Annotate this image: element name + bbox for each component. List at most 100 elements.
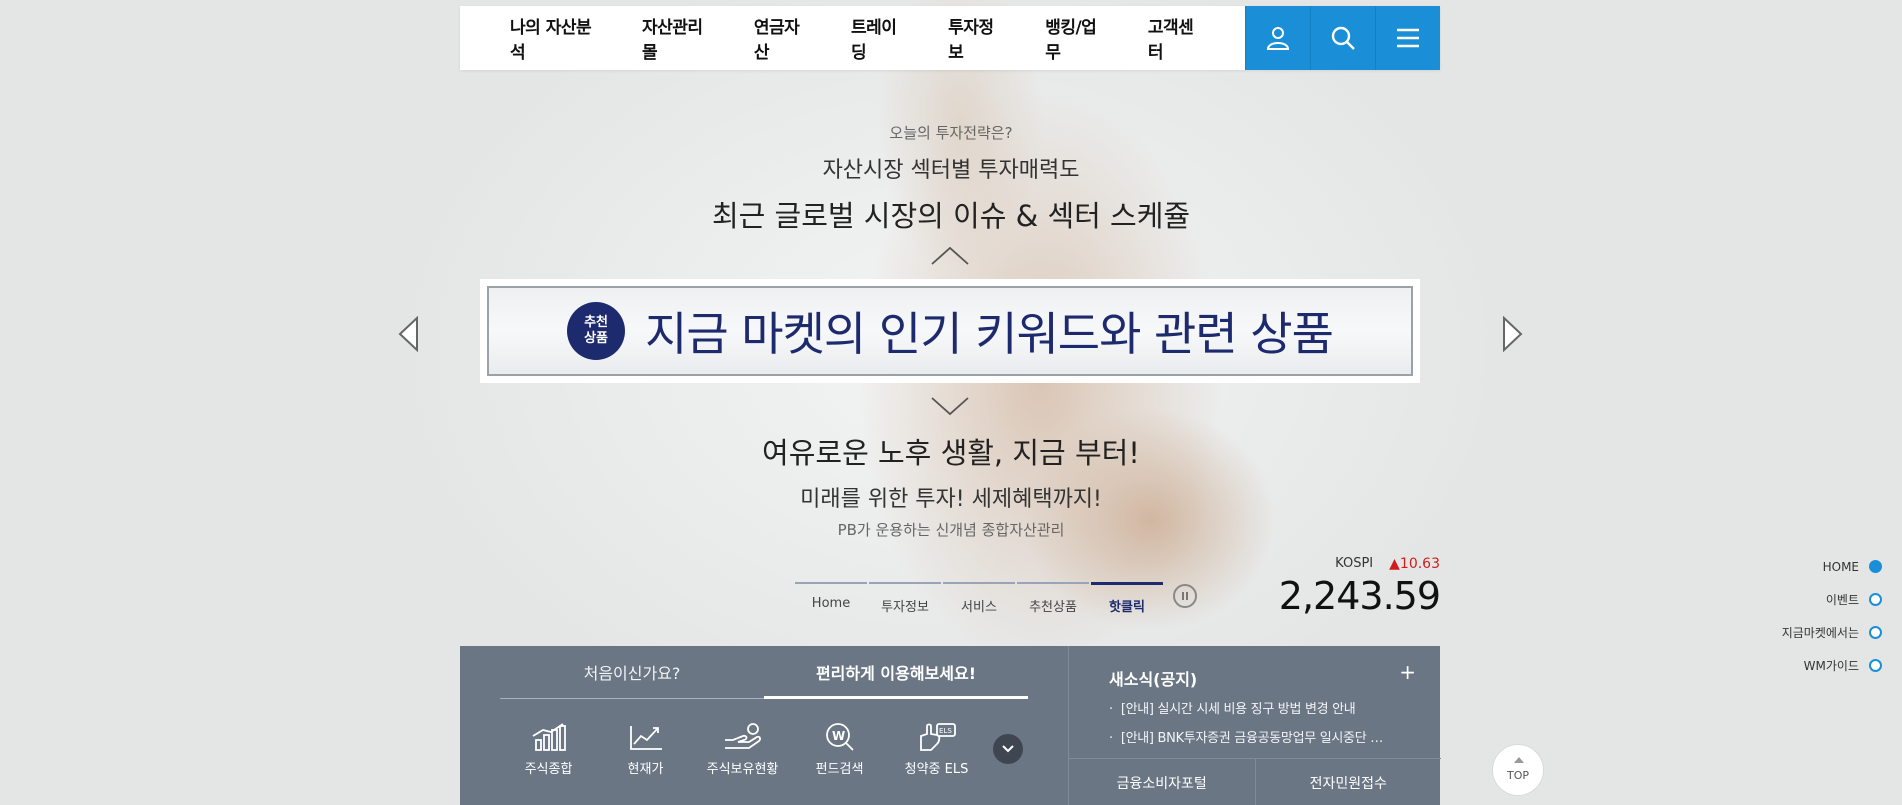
kospi-header: KOSPI ▲10.63	[1279, 556, 1440, 572]
notice-link-bar: 금융소비자포털 전자민원접수	[1069, 758, 1441, 805]
side-nav-label: HOME	[1822, 559, 1859, 574]
slide-tab-indicator	[1091, 582, 1163, 585]
side-section-nav: HOME 이벤트 지금마켓에서는 WM가이드	[1782, 550, 1882, 682]
quick-stock-overview[interactable]: 주식종합	[500, 722, 597, 777]
prev-slide-arrow-icon[interactable]	[397, 316, 421, 352]
hero-caption-bottom[interactable]: PB가 운용하는 신개념 종합자산관리	[0, 519, 1902, 540]
scroll-top-button[interactable]: TOP	[1492, 744, 1544, 796]
side-nav-event[interactable]: 이벤트	[1782, 583, 1882, 616]
quick-label: 주식보유현황	[706, 762, 779, 777]
pause-button[interactable]	[1173, 584, 1197, 608]
featured-title: 지금 마켓의 인기 키워드와 관련 상품	[645, 307, 1334, 361]
user-icon	[1266, 27, 1290, 50]
slide-tab-label: Home	[811, 596, 851, 611]
menu-item-asset-analysis[interactable]: 나의 자산분석	[510, 13, 604, 63]
quick-els-subscription[interactable]: ELS 청약중 ELS	[888, 722, 985, 777]
login-button[interactable]	[1245, 6, 1310, 70]
slide-tab-hot-click[interactable]: 핫클릭	[1091, 582, 1163, 615]
tab-convenient-use[interactable]: 편리하게 이용해보세요!	[764, 660, 1028, 699]
notice-title: 새소식(공지)	[1109, 670, 1198, 689]
next-slide-arrow-icon[interactable]	[1500, 316, 1524, 352]
slide-tab-indicator	[869, 582, 941, 584]
notice-more-button[interactable]: +	[1399, 660, 1416, 684]
quick-service-panel: 처음이신가요? 편리하게 이용해보세요! 주식종합 현재가 주식보유현황 W 펀…	[460, 646, 1068, 805]
side-nav-dot	[1869, 659, 1882, 672]
chevron-down-icon[interactable]	[930, 394, 970, 418]
quick-service-tabs: 처음이신가요? 편리하게 이용해보세요!	[500, 660, 1028, 699]
quick-label: 주식종합	[524, 762, 573, 777]
els-hand-icon: ELS	[919, 723, 956, 751]
featured-slide[interactable]: 추천 상품 지금 마켓의 인기 키워드와 관련 상품	[480, 279, 1420, 383]
quick-label: 현재가	[627, 762, 664, 777]
notice-panel: 새소식(공지) + [안내] 실시간 시세 비용 징구 방법 변경 안내 [안내…	[1068, 646, 1441, 805]
chevron-down-icon	[1002, 745, 1014, 753]
slide-tab-recommended[interactable]: 추천상품	[1017, 582, 1089, 615]
e-complaint-link[interactable]: 전자민원접수	[1254, 759, 1442, 805]
side-nav-dot	[1869, 560, 1882, 573]
slide-tab-label: 투자정보	[881, 600, 929, 615]
search-icon	[1331, 26, 1355, 50]
side-nav-label: 지금마켓에서는	[1781, 626, 1859, 640]
quick-label: 펀드검색	[815, 762, 864, 777]
svg-text:ELS: ELS	[939, 727, 952, 735]
consumer-portal-link[interactable]: 금융소비자포털	[1069, 759, 1255, 805]
recommend-badge-label: 추천 상품	[584, 315, 608, 346]
header-icon-group	[1245, 6, 1440, 70]
side-nav-dot	[1869, 626, 1882, 639]
top-navigation: 나의 자산분석 자산관리몰 연금자산 트레이딩 투자정보 뱅킹/업무 고객센터	[460, 6, 1440, 70]
side-nav-label: WM가이드	[1803, 659, 1859, 673]
all-menu-button[interactable]	[1375, 6, 1440, 70]
menu-item-pension[interactable]: 연금자산	[754, 13, 813, 63]
slide-tab-label: 핫클릭	[1109, 600, 1145, 615]
quick-menu-list: 주식종합 현재가 주식보유현황 W 펀드검색 ELS 청약중 ELS	[500, 722, 985, 777]
search-button[interactable]	[1310, 6, 1375, 70]
fund-search-icon: W	[825, 723, 854, 751]
quick-more-button[interactable]	[993, 734, 1023, 764]
line-chart-icon	[629, 726, 662, 750]
hero-subtitle-small[interactable]: 오늘의 투자전략은?	[0, 122, 1902, 143]
quick-stock-holdings[interactable]: 주식보유현황	[694, 722, 791, 777]
quick-current-price[interactable]: 현재가	[597, 722, 694, 777]
menu-icon	[1397, 28, 1419, 48]
bar-chart-icon	[532, 723, 566, 751]
slide-tab-indicator	[943, 582, 1015, 584]
slide-tab-bar: Home 투자정보 서비스 추천상품 핫클릭	[795, 582, 1197, 615]
quick-label: 청약중 ELS	[904, 762, 969, 777]
kospi-change: ▲10.63	[1389, 556, 1440, 572]
kospi-label: KOSPI	[1335, 556, 1374, 571]
side-nav-market-now[interactable]: 지금마켓에서는	[1782, 616, 1882, 649]
recommend-badge: 추천 상품	[567, 302, 626, 360]
featured-slide-frame: 추천 상품 지금 마켓의 인기 키워드와 관련 상품	[487, 286, 1413, 376]
side-nav-wm-guide[interactable]: WM가이드	[1782, 649, 1882, 682]
slide-tab-label: 추천상품	[1029, 600, 1077, 615]
slide-tab-indicator	[795, 582, 867, 584]
slide-tab-indicator	[1017, 582, 1089, 584]
notice-list: [안내] 실시간 시세 비용 징구 방법 변경 안내 [안내] BNK투자증권 …	[1109, 698, 1419, 756]
menu-item-trading[interactable]: 트레이딩	[851, 13, 910, 63]
menu-item-invest-info[interactable]: 투자정보	[948, 13, 1007, 63]
menu-item-asset-mall[interactable]: 자산관리몰	[642, 13, 716, 63]
hero-subtitle-bottom[interactable]: 미래를 위한 투자! 세제혜택까지!	[0, 481, 1902, 513]
quick-fund-search[interactable]: W 펀드검색	[791, 722, 888, 777]
svg-text:W: W	[832, 729, 845, 743]
slide-tab-label: 서비스	[961, 600, 997, 615]
kospi-index[interactable]: KOSPI ▲10.63 2,243.59	[1278, 556, 1441, 618]
pause-icon	[1182, 592, 1188, 600]
menu-item-banking[interactable]: 뱅킹/업무	[1045, 13, 1110, 63]
notice-item[interactable]: [안내] BNK투자증권 금융공동망업무 일시중단 …	[1109, 727, 1419, 746]
slide-tab-invest-info[interactable]: 투자정보	[869, 582, 941, 615]
side-nav-home[interactable]: HOME	[1782, 550, 1882, 583]
side-nav-label: 이벤트	[1825, 593, 1859, 607]
slide-tab-service[interactable]: 서비스	[943, 582, 1015, 615]
main-menu: 나의 자산분석 자산관리몰 연금자산 트레이딩 투자정보 뱅킹/업무 고객센터	[460, 6, 1245, 70]
chevron-up-icon[interactable]	[930, 244, 970, 268]
slide-tab-home[interactable]: Home	[795, 582, 867, 611]
notice-item[interactable]: [안내] 실시간 시세 비용 징구 방법 변경 안내	[1109, 698, 1419, 717]
hero-title-top[interactable]: 최근 글로벌 시장의 이슈 & 섹터 스케쥴	[0, 193, 1902, 235]
menu-item-customer-center[interactable]: 고객센터	[1148, 13, 1207, 63]
tab-first-time[interactable]: 처음이신가요?	[500, 660, 764, 699]
hero-title-bottom[interactable]: 여유로운 노후 생활, 지금 부터!	[0, 430, 1902, 472]
kospi-value: 2,243.59	[1278, 574, 1441, 618]
hero-subtitle-mid[interactable]: 자산시장 섹터별 투자매력도	[0, 152, 1902, 184]
hand-coin-icon	[724, 723, 761, 749]
